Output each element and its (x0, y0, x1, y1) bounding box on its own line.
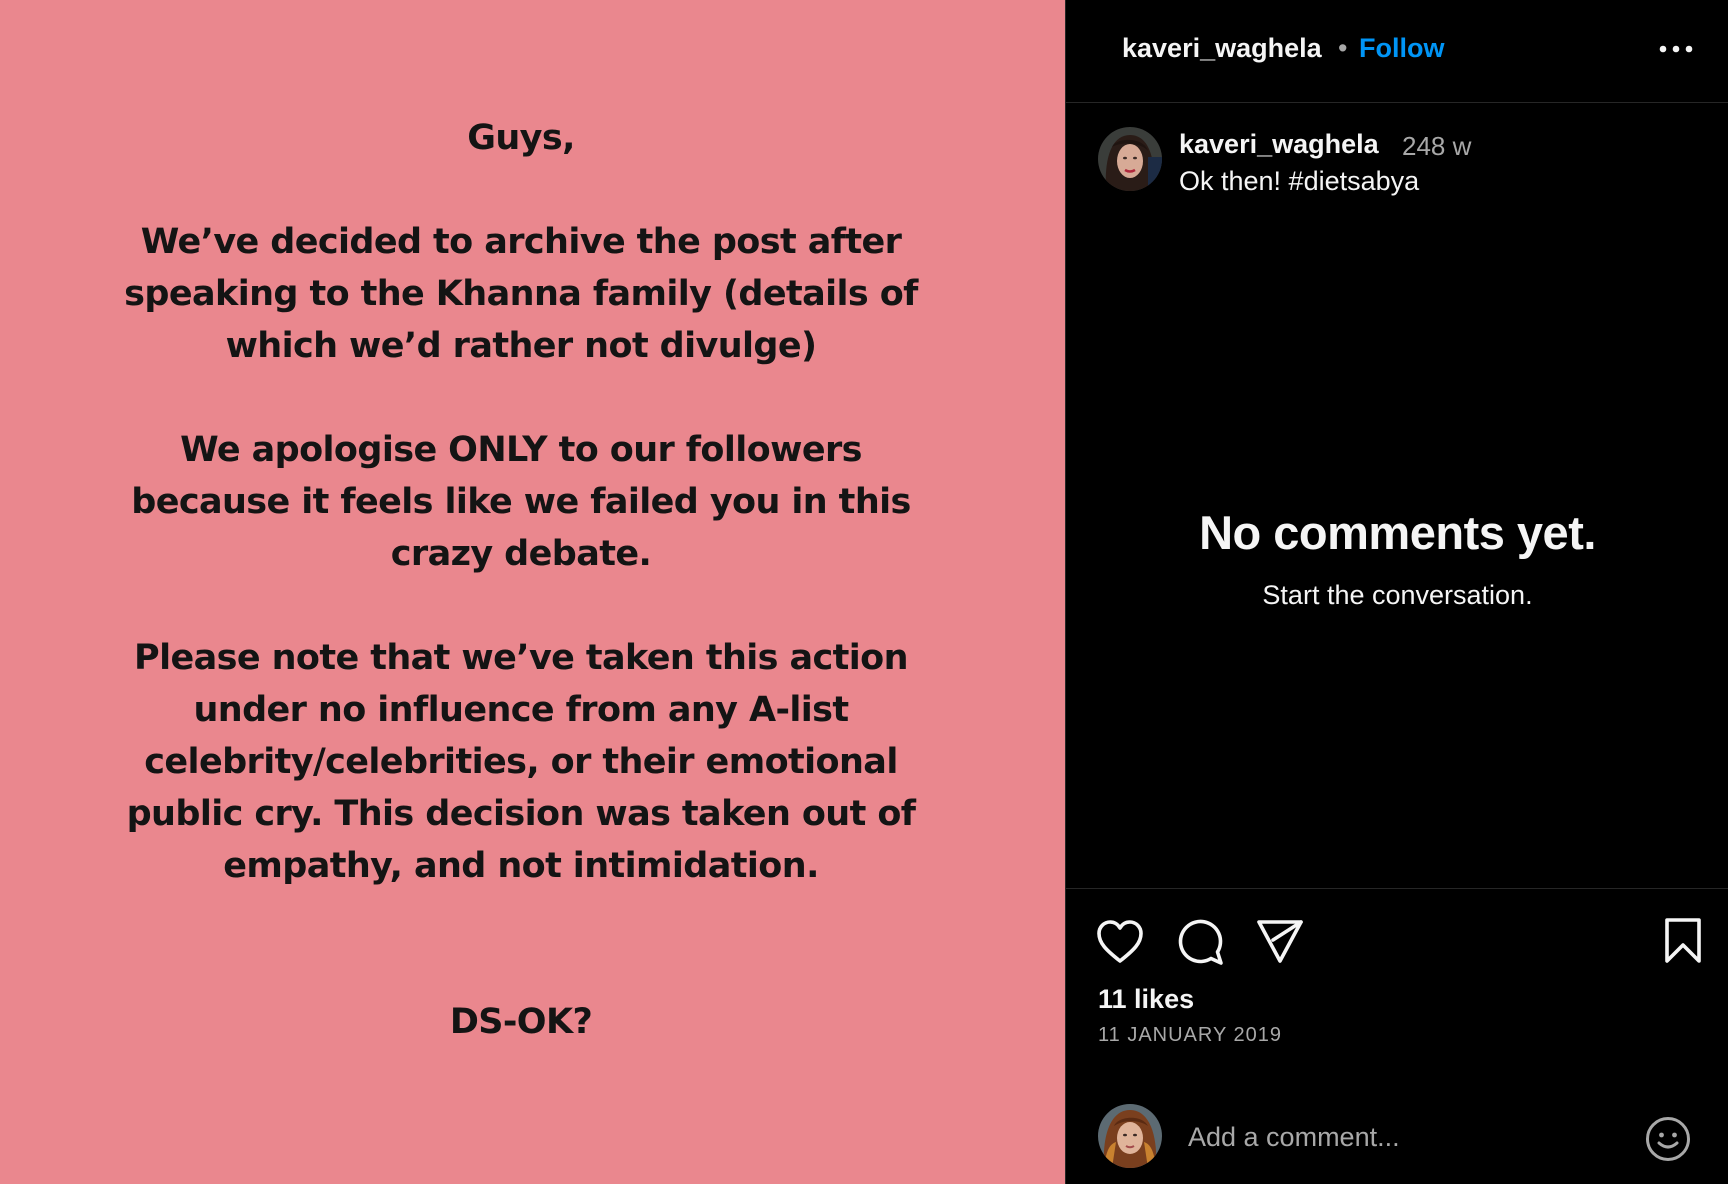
add-comment-row (1066, 1095, 1728, 1184)
add-comment-input[interactable] (1188, 1115, 1628, 1159)
header-separator: • (1338, 33, 1348, 63)
no-comments-subtitle: Start the conversation. (1262, 580, 1533, 610)
header-username[interactable]: kaveri_waghela (1122, 33, 1322, 64)
follow-button[interactable]: Follow (1359, 33, 1444, 64)
post-sidebar: kaveri_waghela • Follow kaveri_waghela 2… (1065, 0, 1728, 1184)
post-text-paragraph-2: We apologise ONLY to our followers becau… (131, 430, 911, 574)
instagram-post-modal: Guys, We’ve decided to archive the post … (0, 0, 1728, 1184)
caption-username[interactable]: kaveri_waghela (1179, 129, 1379, 160)
more-horizontal-icon[interactable] (1656, 34, 1696, 64)
no-comments-title: No comments yet. (1199, 506, 1596, 559)
caption-text: Ok then! #dietsabya (1179, 166, 1420, 196)
post-image-text: Guys, We’ve decided to archive the post … (0, 112, 1042, 1048)
post-text-signoff: DS-OK? (449, 1002, 593, 1042)
post-image: Guys, We’ve decided to archive the post … (0, 0, 1065, 1184)
post-header: kaveri_waghela • Follow (1066, 0, 1728, 103)
emoji-icon[interactable] (1644, 1115, 1692, 1168)
bookmark-icon[interactable] (1663, 917, 1703, 970)
post-actions-section: 11 likes 11 JANUARY 2019 (1066, 888, 1728, 1184)
no-comments-message: No comments yet. Start the conversation. (1066, 505, 1728, 611)
heart-icon[interactable] (1096, 919, 1144, 970)
post-caption: kaveri_waghela 248 w Ok then! #dietsabya (1066, 103, 1728, 223)
send-icon[interactable] (1256, 918, 1304, 969)
post-text-paragraph-1: We’ve decided to archive the post after … (124, 222, 918, 366)
avatar (1098, 1104, 1162, 1168)
comment-icon[interactable] (1176, 918, 1224, 971)
avatar[interactable] (1098, 127, 1162, 191)
post-date: 11 JANUARY 2019 (1098, 1024, 1282, 1046)
post-text-greeting: Guys, (467, 118, 575, 158)
caption-timestamp[interactable]: 248 w (1402, 131, 1471, 162)
likes-count[interactable]: 11 likes (1098, 984, 1194, 1015)
post-text-paragraph-3: Please note that we’ve taken this action… (126, 638, 916, 886)
